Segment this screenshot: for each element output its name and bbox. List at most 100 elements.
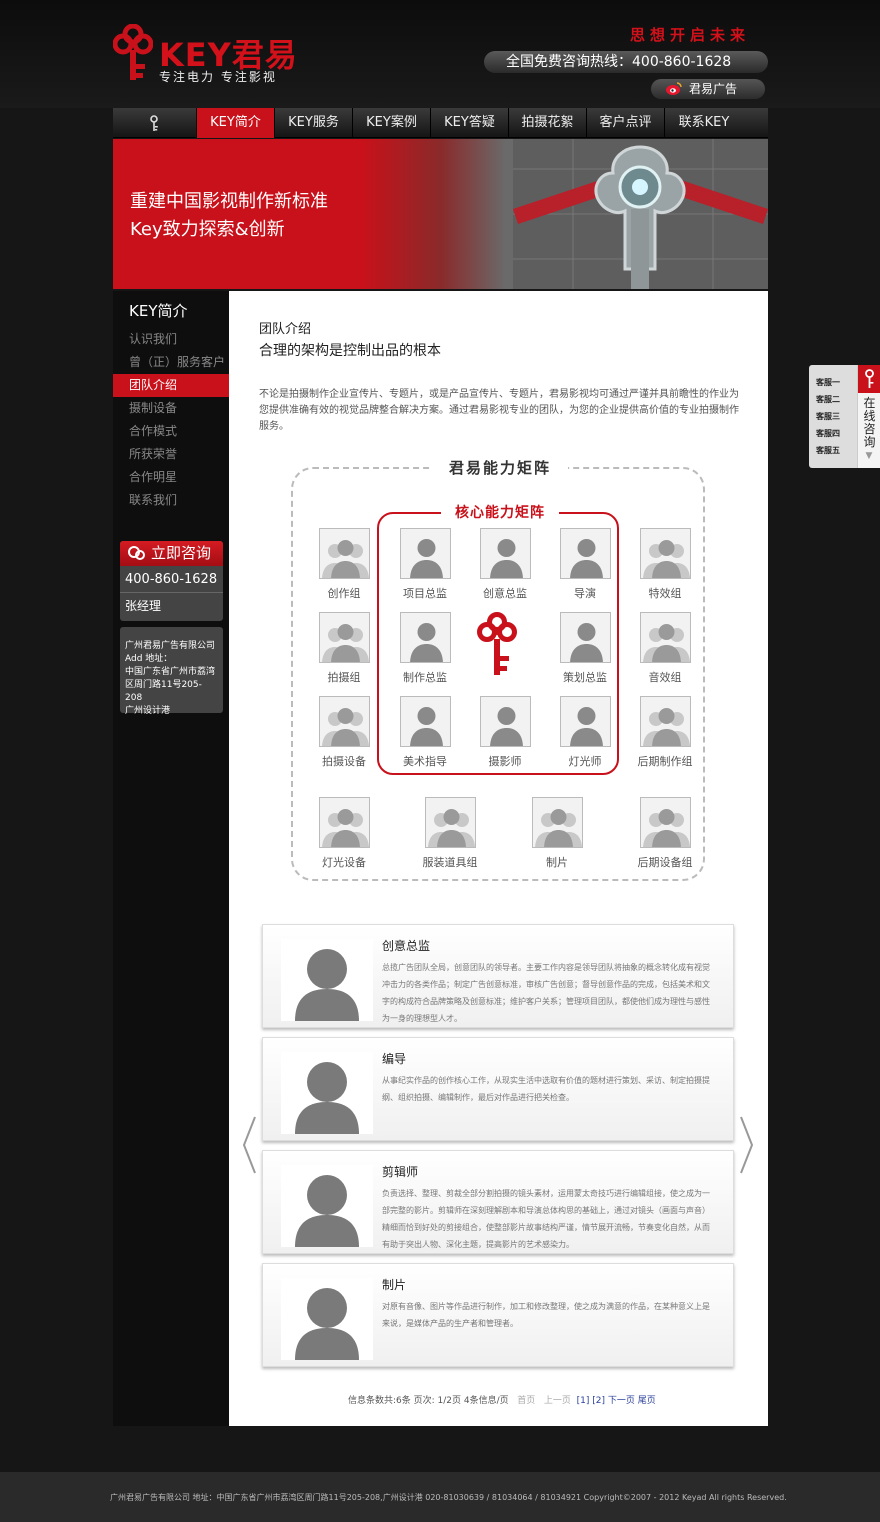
- nav-item-behind-scenes[interactable]: 拍摄花絮: [509, 108, 587, 138]
- team-member: 后期设备组: [630, 797, 700, 870]
- ability-matrix: 君易能力矩阵 核心能力矩阵 创作组 项目总监 创意总监 导演 特效组 拍摄组 制作总监 策划总…: [291, 457, 705, 881]
- member-photo: [424, 797, 476, 848]
- nav-item-contact[interactable]: 联系KEY: [665, 108, 743, 138]
- avatar-icon: [409, 539, 443, 578]
- member-photo: [559, 612, 611, 663]
- key-icon: [150, 115, 158, 131]
- member-label: 项目总监: [403, 587, 447, 600]
- avatar-group-icon: [427, 809, 475, 847]
- section-subtitle: 合理的架构是控制出品的根本: [259, 343, 441, 359]
- member-label: 灯光设备: [322, 856, 366, 869]
- nav-item-cases[interactable]: KEY案例: [353, 108, 431, 138]
- member-label: 创作组: [327, 587, 361, 600]
- member-label: 策划总监: [563, 671, 607, 684]
- logo[interactable]: KEY君易 专注电力 专注影视: [113, 24, 313, 84]
- service-item-1[interactable]: 客服一: [816, 377, 840, 394]
- nav-item-intro[interactable]: KEY简介: [197, 108, 275, 138]
- service-list: 客服一 客服二 客服三 客服四 客服五: [816, 377, 840, 462]
- member-photo: [559, 696, 611, 747]
- team-member: 创作组: [309, 528, 379, 601]
- pager-next[interactable]: 下一页: [608, 1396, 635, 1406]
- role-title: 创意总监: [382, 939, 431, 953]
- sidebar-item-contact[interactable]: 联系我们: [113, 489, 229, 512]
- avatar-group-icon: [321, 809, 369, 847]
- chevron-left-icon[interactable]: [241, 1115, 257, 1175]
- online-service-panel: 客服一 客服二 客服三 客服四 客服五 在线咨询 ▼: [809, 365, 880, 468]
- sidebar-item-stars[interactable]: 合作明星: [113, 466, 229, 489]
- team-member: 制片: [522, 797, 592, 870]
- role-card: 编导 从事纪实作品的创作核心工作，从现实生活中选取有价值的题材进行策划、采访、制…: [262, 1037, 734, 1141]
- banner-headline: 重建中国影视制作新标准: [130, 191, 328, 212]
- address-line: 区周门路11号205-208: [125, 680, 202, 703]
- avatar-group-icon: [321, 540, 369, 578]
- member-photo: [318, 528, 370, 579]
- pagination: 信息条数共:6条 页次: 1/2页 4条信息/页 首页 上一页 [1] [2] …: [348, 1393, 656, 1406]
- member-label: 制片: [546, 856, 568, 869]
- sidebar-item-equipment[interactable]: 摄制设备: [113, 397, 229, 420]
- team-member: 服装道具组: [415, 797, 485, 870]
- member-photo: [479, 696, 531, 747]
- avatar-group-icon: [642, 809, 690, 847]
- nav-item-faq[interactable]: KEY答疑: [431, 108, 509, 138]
- online-consult-toggle[interactable]: 在线咨询 ▼: [857, 365, 880, 468]
- pager-page-1[interactable]: [1]: [577, 1396, 590, 1406]
- member-label: 制作总监: [403, 671, 447, 684]
- footer: 广州君易广告有限公司 地址：中国广东省广州市荔湾区周门路11号205-208,广…: [0, 1472, 880, 1522]
- team-member: 后期制作组: [630, 696, 700, 769]
- sidebar-item-team[interactable]: 团队介绍: [113, 374, 229, 397]
- pager-page-2[interactable]: [2]: [592, 1396, 605, 1406]
- member-photo: [479, 528, 531, 579]
- pager-last[interactable]: 尾页: [638, 1396, 656, 1406]
- hotline: 全国免费咨询热线：400-860-1628: [484, 51, 768, 73]
- sidebar-item-honors[interactable]: 所获荣誉: [113, 443, 229, 466]
- member-label: 拍摄设备: [322, 755, 366, 768]
- team-member: 音效组: [630, 612, 700, 685]
- key-icon: [113, 24, 153, 80]
- pager-prev[interactable]: 上一页: [544, 1396, 571, 1406]
- address-line: 中国广东省广州市荔湾: [125, 667, 216, 677]
- avatar-icon: [281, 939, 373, 1021]
- sidebar: KEY简介 认识我们 曾（正）服务客户 团队介绍 摄制设备 合作模式 所获荣誉 …: [113, 291, 229, 1426]
- member-photo: [399, 696, 451, 747]
- matrix-title: 君易能力矩阵: [432, 457, 568, 479]
- chevron-right-icon[interactable]: [739, 1115, 755, 1175]
- nav-home[interactable]: [113, 108, 197, 138]
- member-label: 特效组: [648, 587, 682, 600]
- member-photo: [399, 612, 451, 663]
- service-item-2[interactable]: 客服二: [816, 394, 840, 411]
- nav-item-service[interactable]: KEY服务: [275, 108, 353, 138]
- member-photo: [318, 612, 370, 663]
- header: KEY君易 专注电力 专注影视 思想开启未来 全国免费咨询热线：400-860-…: [0, 0, 880, 108]
- member-label: 后期设备组: [637, 856, 693, 869]
- team-member: 特效组: [630, 528, 700, 601]
- role-title: 编导: [382, 1052, 407, 1066]
- role-desc: 总揽广告团队全局，创意团队的领导者。主要工作内容是领导团队将抽象的概念转化成有视…: [382, 963, 710, 1023]
- sidebar-title: KEY简介: [129, 302, 188, 320]
- member-photo: [639, 528, 691, 579]
- member-label: 导演: [574, 587, 596, 600]
- pager-first[interactable]: 首页: [517, 1396, 535, 1406]
- service-item-4[interactable]: 客服四: [816, 428, 840, 445]
- role-desc: 从事纪实作品的创作核心工作，从现实生活中选取有价值的题材进行策划、采访、制定拍摄…: [382, 1076, 710, 1102]
- member-photo: [559, 528, 611, 579]
- member-photo: [639, 612, 691, 663]
- avatar-icon: [281, 1165, 373, 1247]
- service-item-5[interactable]: 客服五: [816, 445, 840, 462]
- team-member: 创意总监: [470, 528, 540, 601]
- sidebar-item-about[interactable]: 认识我们: [113, 328, 229, 351]
- member-label: 摄影师: [488, 755, 522, 768]
- member-label: 服装道具组: [422, 856, 478, 869]
- consult-contact: 张经理: [125, 599, 162, 613]
- sidebar-item-cooperation[interactable]: 合作模式: [113, 420, 229, 443]
- consult-button[interactable]: 立即咨询: [120, 541, 223, 566]
- float-key-badge: [858, 365, 880, 393]
- avatar-group-icon: [321, 708, 369, 746]
- avatar-group-icon: [534, 809, 582, 847]
- weibo-link[interactable]: 君易广告: [651, 79, 765, 99]
- sidebar-item-clients[interactable]: 曾（正）服务客户: [113, 351, 229, 374]
- service-item-3[interactable]: 客服三: [816, 411, 840, 428]
- avatar-icon: [569, 707, 603, 746]
- team-member: 导演: [550, 528, 620, 601]
- intro-text: 不论是拍摄制作企业宣传片、专题片，或是产品宣传片、专题片，君易影视均可通过严谨并…: [259, 389, 739, 432]
- nav-item-reviews[interactable]: 客户点评: [587, 108, 665, 138]
